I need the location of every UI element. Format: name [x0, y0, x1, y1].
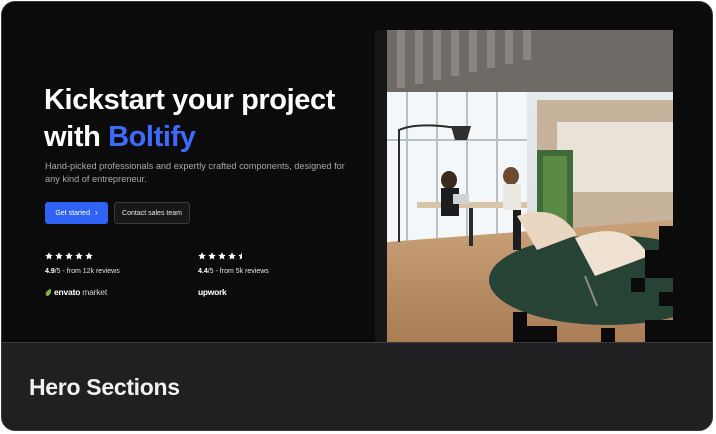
headline-line-1: Kickstart your project: [44, 84, 335, 116]
star-icon: [45, 252, 53, 260]
star-icon: [75, 252, 83, 260]
review-count: - from 12k reviews: [60, 268, 120, 275]
footer-divider: [2, 342, 712, 343]
headline-prefix: with: [44, 121, 101, 153]
upwork-logo: upwork: [198, 287, 269, 297]
envato-market-logo: envato market: [45, 287, 120, 297]
contact-sales-button[interactable]: Contact sales team: [114, 202, 190, 224]
star-icon: [218, 252, 226, 260]
review-count: - from 5k reviews: [213, 268, 269, 275]
star-icon: [65, 252, 73, 260]
hero-subtext: Hand-picked professionals and expertly c…: [45, 161, 345, 184]
star-icon: [208, 252, 216, 260]
review-upwork: 4.4/5 - from 5k reviews upwork: [198, 252, 269, 297]
star-icon: [198, 252, 206, 260]
rating-text: 4.4/5 - from 5k reviews: [198, 268, 269, 275]
rating-text: 4.9/5 - from 12k reviews: [45, 268, 120, 275]
contact-sales-label: Contact sales team: [122, 209, 182, 217]
envato-leaf-icon: [45, 288, 52, 296]
card-title: Hero Sections: [29, 374, 180, 400]
rating-value: 4.4: [198, 268, 208, 275]
star-rating: [45, 252, 120, 262]
star-icon: [85, 252, 93, 260]
upwork-logo-icon: upwork: [198, 287, 227, 297]
rating-value: 4.9: [45, 268, 55, 275]
hero-headline: Kickstart your project with Boltify: [44, 82, 335, 156]
half-star-icon: [238, 252, 242, 260]
hero-preview: Kickstart your project with Boltify Hand…: [2, 2, 712, 342]
template-card[interactable]: Kickstart your project with Boltify Hand…: [1, 1, 713, 431]
image-frame-edge: [375, 30, 387, 342]
market-wordmark: market: [82, 287, 107, 297]
get-started-label: Get started: [55, 209, 90, 217]
office-photo-illustration: [387, 30, 673, 342]
hero-image: [387, 30, 673, 342]
get-started-button[interactable]: Get started ›: [45, 202, 108, 224]
star-rating: [198, 252, 269, 262]
envato-wordmark: envato: [54, 287, 81, 297]
chevron-right-icon: ›: [94, 208, 98, 217]
review-envato: 4.9/5 - from 12k reviews envato market: [45, 252, 120, 297]
star-icon: [228, 252, 236, 260]
star-icon: [55, 252, 63, 260]
brand-name: Boltify: [108, 121, 196, 153]
